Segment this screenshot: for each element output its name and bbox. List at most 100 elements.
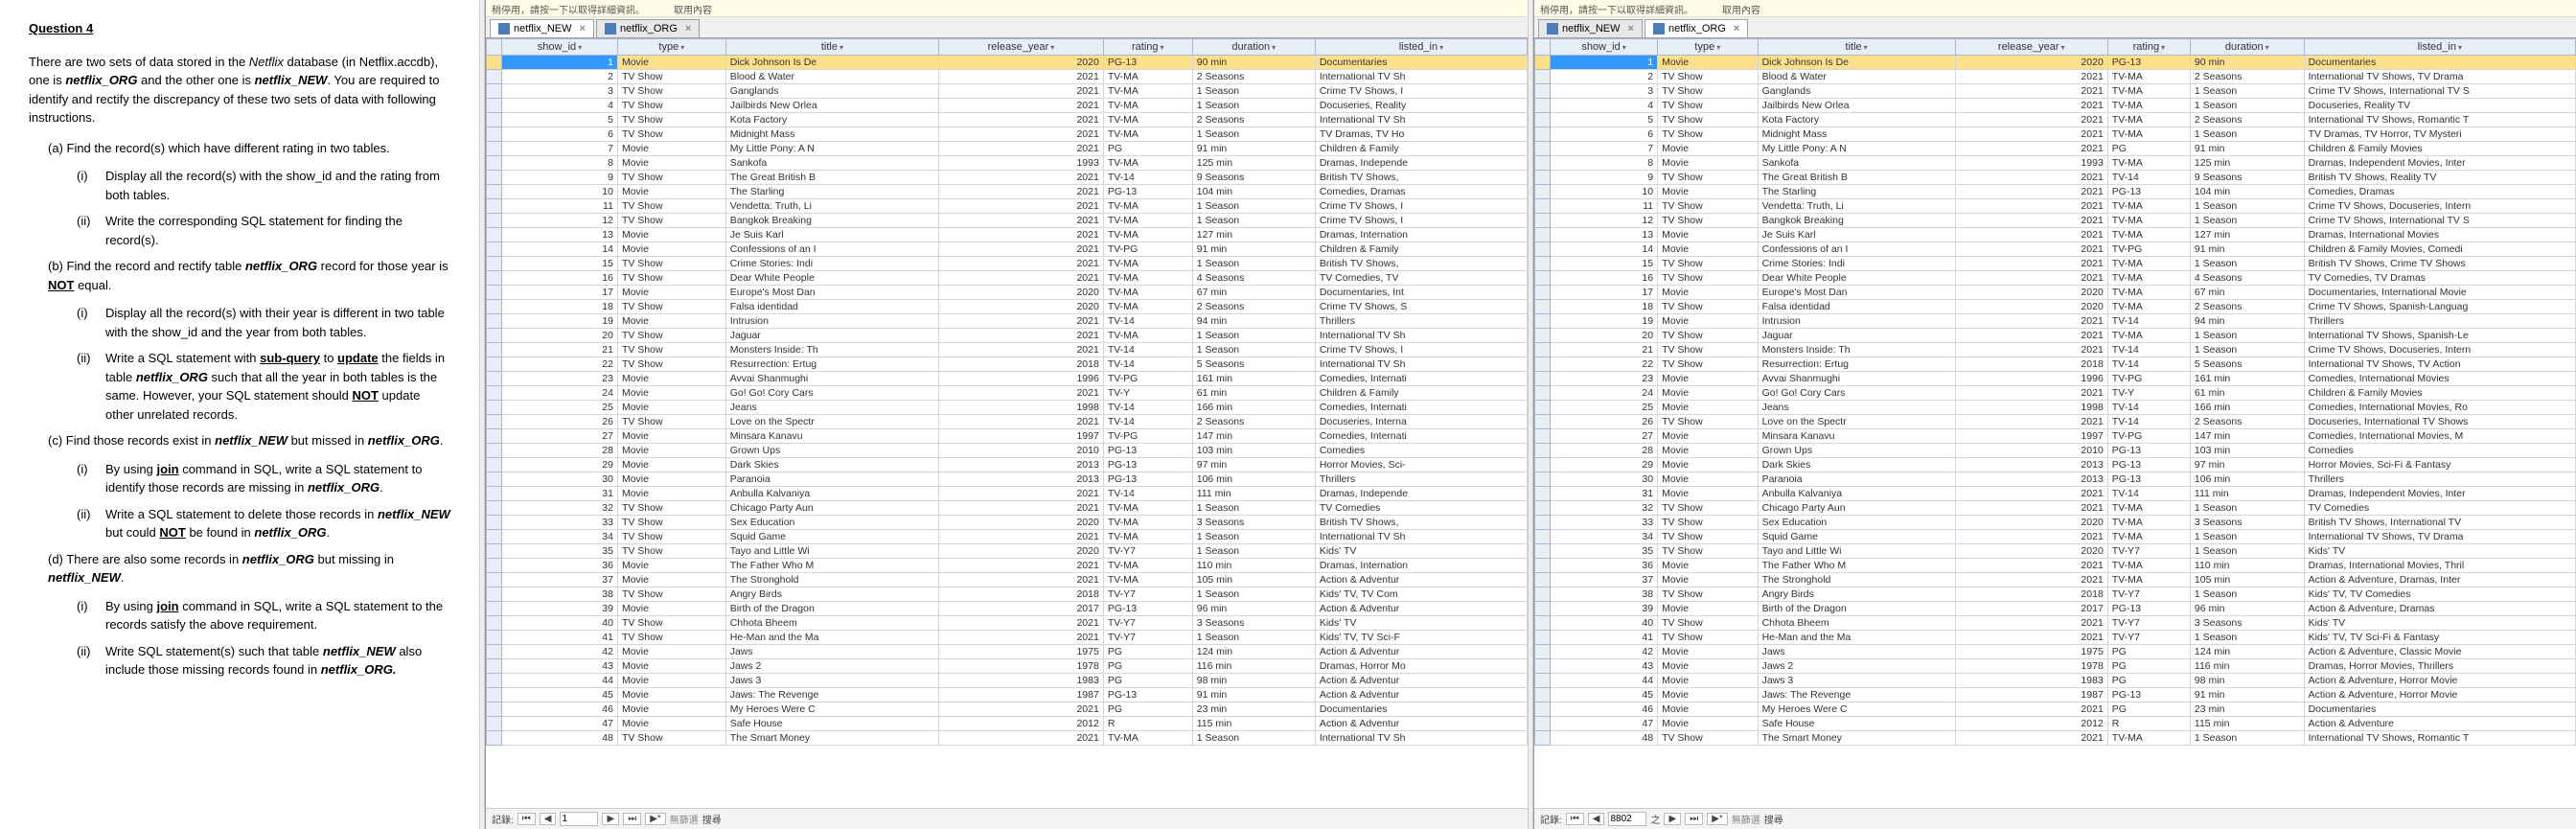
cell-rating[interactable]: TV-PG xyxy=(1103,242,1192,257)
cell-rating[interactable]: TV-Y7 xyxy=(1103,631,1192,645)
row-selector[interactable] xyxy=(487,587,502,602)
cell-id[interactable]: 12 xyxy=(502,214,618,228)
cell-id[interactable]: 16 xyxy=(1551,271,1658,286)
cell-duration[interactable]: 67 min xyxy=(1192,286,1315,300)
cell-year[interactable]: 2020 xyxy=(1955,544,2107,559)
cell-year[interactable]: 2020 xyxy=(1955,516,2107,530)
row-selector[interactable] xyxy=(487,544,502,559)
cell-listed[interactable]: TV Dramas, TV Horror, TV Mysteri xyxy=(2304,127,2575,142)
cell-rating[interactable]: TV-MA xyxy=(1103,501,1192,516)
cell-year[interactable]: 2021 xyxy=(1955,228,2107,242)
col-duration[interactable]: duration▾ xyxy=(2190,39,2304,56)
cell-type[interactable]: TV Show xyxy=(1658,631,1758,645)
cell-rating[interactable]: TV-MA xyxy=(1103,300,1192,314)
cell-year[interactable]: 2021 xyxy=(939,415,1104,429)
close-icon[interactable]: × xyxy=(1628,23,1634,35)
cell-title[interactable]: Crime Stories: Indi xyxy=(725,257,938,271)
row-selector[interactable] xyxy=(1535,70,1551,84)
cell-type[interactable]: Movie xyxy=(1658,645,1758,659)
col-listed_in[interactable]: listed_in▾ xyxy=(1315,39,1527,56)
cell-rating[interactable]: TV-MA xyxy=(1103,199,1192,214)
cell-duration[interactable]: 97 min xyxy=(1192,458,1315,472)
cell-duration[interactable]: 1 Season xyxy=(1192,329,1315,343)
cell-type[interactable]: Movie xyxy=(1658,372,1758,386)
cell-duration[interactable]: 9 Seasons xyxy=(2190,171,2304,185)
cell-title[interactable]: Minsara Kanavu xyxy=(1758,429,1955,444)
table-row[interactable]: 18TV ShowFalsa identidad2020TV-MA2 Seaso… xyxy=(1535,300,2576,314)
cell-listed[interactable]: Kids' TV, TV Comedies xyxy=(2304,587,2575,602)
cell-rating[interactable]: TV-MA xyxy=(2107,199,2190,214)
cell-rating[interactable]: TV-MA xyxy=(1103,156,1192,171)
cell-type[interactable]: TV Show xyxy=(1658,501,1758,516)
cell-id[interactable]: 48 xyxy=(502,731,618,746)
cell-duration[interactable]: 91 min xyxy=(2190,142,2304,156)
cell-id[interactable]: 8 xyxy=(1551,156,1658,171)
nav-prev[interactable]: ◀ xyxy=(1588,813,1605,825)
cell-title[interactable]: Jeans xyxy=(725,401,938,415)
cell-listed[interactable]: Kids' TV, TV Sci-Fi & Fantasy xyxy=(2304,631,2575,645)
cell-title[interactable]: The Father Who M xyxy=(1758,559,1955,573)
cell-rating[interactable]: TV-14 xyxy=(2107,487,2190,501)
cell-listed[interactable]: Comedies, International Movies, M xyxy=(2304,429,2575,444)
cell-type[interactable]: TV Show xyxy=(617,530,725,544)
cell-listed[interactable]: Comedies, International Movies, Ro xyxy=(2304,401,2575,415)
cell-listed[interactable]: Kids' TV xyxy=(1315,616,1527,631)
cell-title[interactable]: Resurrection: Ertug xyxy=(725,357,938,372)
row-selector[interactable] xyxy=(1535,127,1551,142)
row-selector[interactable] xyxy=(1535,271,1551,286)
cell-rating[interactable]: TV-PG xyxy=(1103,429,1192,444)
cell-type[interactable]: TV Show xyxy=(617,300,725,314)
cell-title[interactable]: The Great British B xyxy=(1758,171,1955,185)
cell-listed[interactable]: International TV Sh xyxy=(1315,357,1527,372)
col-rating[interactable]: rating▾ xyxy=(1103,39,1192,56)
cell-rating[interactable]: TV-MA xyxy=(2107,530,2190,544)
cell-id[interactable]: 37 xyxy=(1551,573,1658,587)
row-selector[interactable] xyxy=(487,616,502,631)
cell-year[interactable]: 1987 xyxy=(1955,688,2107,702)
cell-title[interactable]: Blood & Water xyxy=(1758,70,1955,84)
cell-type[interactable]: Movie xyxy=(617,444,725,458)
row-selector[interactable] xyxy=(487,501,502,516)
table-row[interactable]: 39MovieBirth of the Dragon2017PG-1396 mi… xyxy=(1535,602,2576,616)
cell-rating[interactable]: TV-14 xyxy=(1103,314,1192,329)
cell-type[interactable]: Movie xyxy=(617,458,725,472)
row-selector[interactable] xyxy=(487,429,502,444)
table-row[interactable]: 48TV ShowThe Smart Money2021TV-MA1 Seaso… xyxy=(1535,731,2576,746)
cell-duration[interactable]: 1 Season xyxy=(2190,214,2304,228)
cell-title[interactable]: The Starling xyxy=(725,185,938,199)
col-duration[interactable]: duration▾ xyxy=(1192,39,1315,56)
cell-type[interactable]: Movie xyxy=(1658,688,1758,702)
cell-year[interactable]: 1997 xyxy=(939,429,1104,444)
row-selector[interactable] xyxy=(487,127,502,142)
cell-title[interactable]: Dick Johnson Is De xyxy=(1758,56,1955,70)
cell-year[interactable]: 2021 xyxy=(939,501,1104,516)
cell-listed[interactable]: International TV Shows, Spanish-Le xyxy=(2304,329,2575,343)
cell-rating[interactable]: TV-14 xyxy=(1103,401,1192,415)
cell-rating[interactable]: TV-14 xyxy=(2107,171,2190,185)
cell-type[interactable]: TV Show xyxy=(1658,70,1758,84)
table-row[interactable]: 5TV ShowKota Factory2021TV-MA2 SeasonsIn… xyxy=(487,113,1528,127)
cell-type[interactable]: TV Show xyxy=(617,84,725,99)
cell-listed[interactable]: Children & Family xyxy=(1315,386,1527,401)
cell-year[interactable]: 2021 xyxy=(1955,142,2107,156)
cell-rating[interactable]: TV-14 xyxy=(1103,357,1192,372)
cell-type[interactable]: Movie xyxy=(617,372,725,386)
cell-duration[interactable]: 124 min xyxy=(1192,645,1315,659)
msg2[interactable]: 取用內容 xyxy=(674,2,712,14)
cell-title[interactable]: Paranoia xyxy=(725,472,938,487)
row-selector[interactable] xyxy=(1535,228,1551,242)
cell-year[interactable]: 2021 xyxy=(939,329,1104,343)
cell-id[interactable]: 39 xyxy=(502,602,618,616)
cell-type[interactable]: Movie xyxy=(1658,659,1758,674)
cell-duration[interactable]: 1 Season xyxy=(1192,343,1315,357)
table-row[interactable]: 15TV ShowCrime Stories: Indi2021TV-MA1 S… xyxy=(1535,257,2576,271)
cell-rating[interactable]: PG-13 xyxy=(1103,444,1192,458)
cell-id[interactable]: 42 xyxy=(1551,645,1658,659)
cell-year[interactable]: 2021 xyxy=(939,616,1104,631)
cell-title[interactable]: Jaws 2 xyxy=(725,659,938,674)
cell-duration[interactable]: 4 Seasons xyxy=(2190,271,2304,286)
cell-year[interactable]: 2021 xyxy=(939,242,1104,257)
row-selector[interactable] xyxy=(1535,573,1551,587)
cell-duration[interactable]: 2 Seasons xyxy=(2190,415,2304,429)
cell-year[interactable]: 2021 xyxy=(939,487,1104,501)
